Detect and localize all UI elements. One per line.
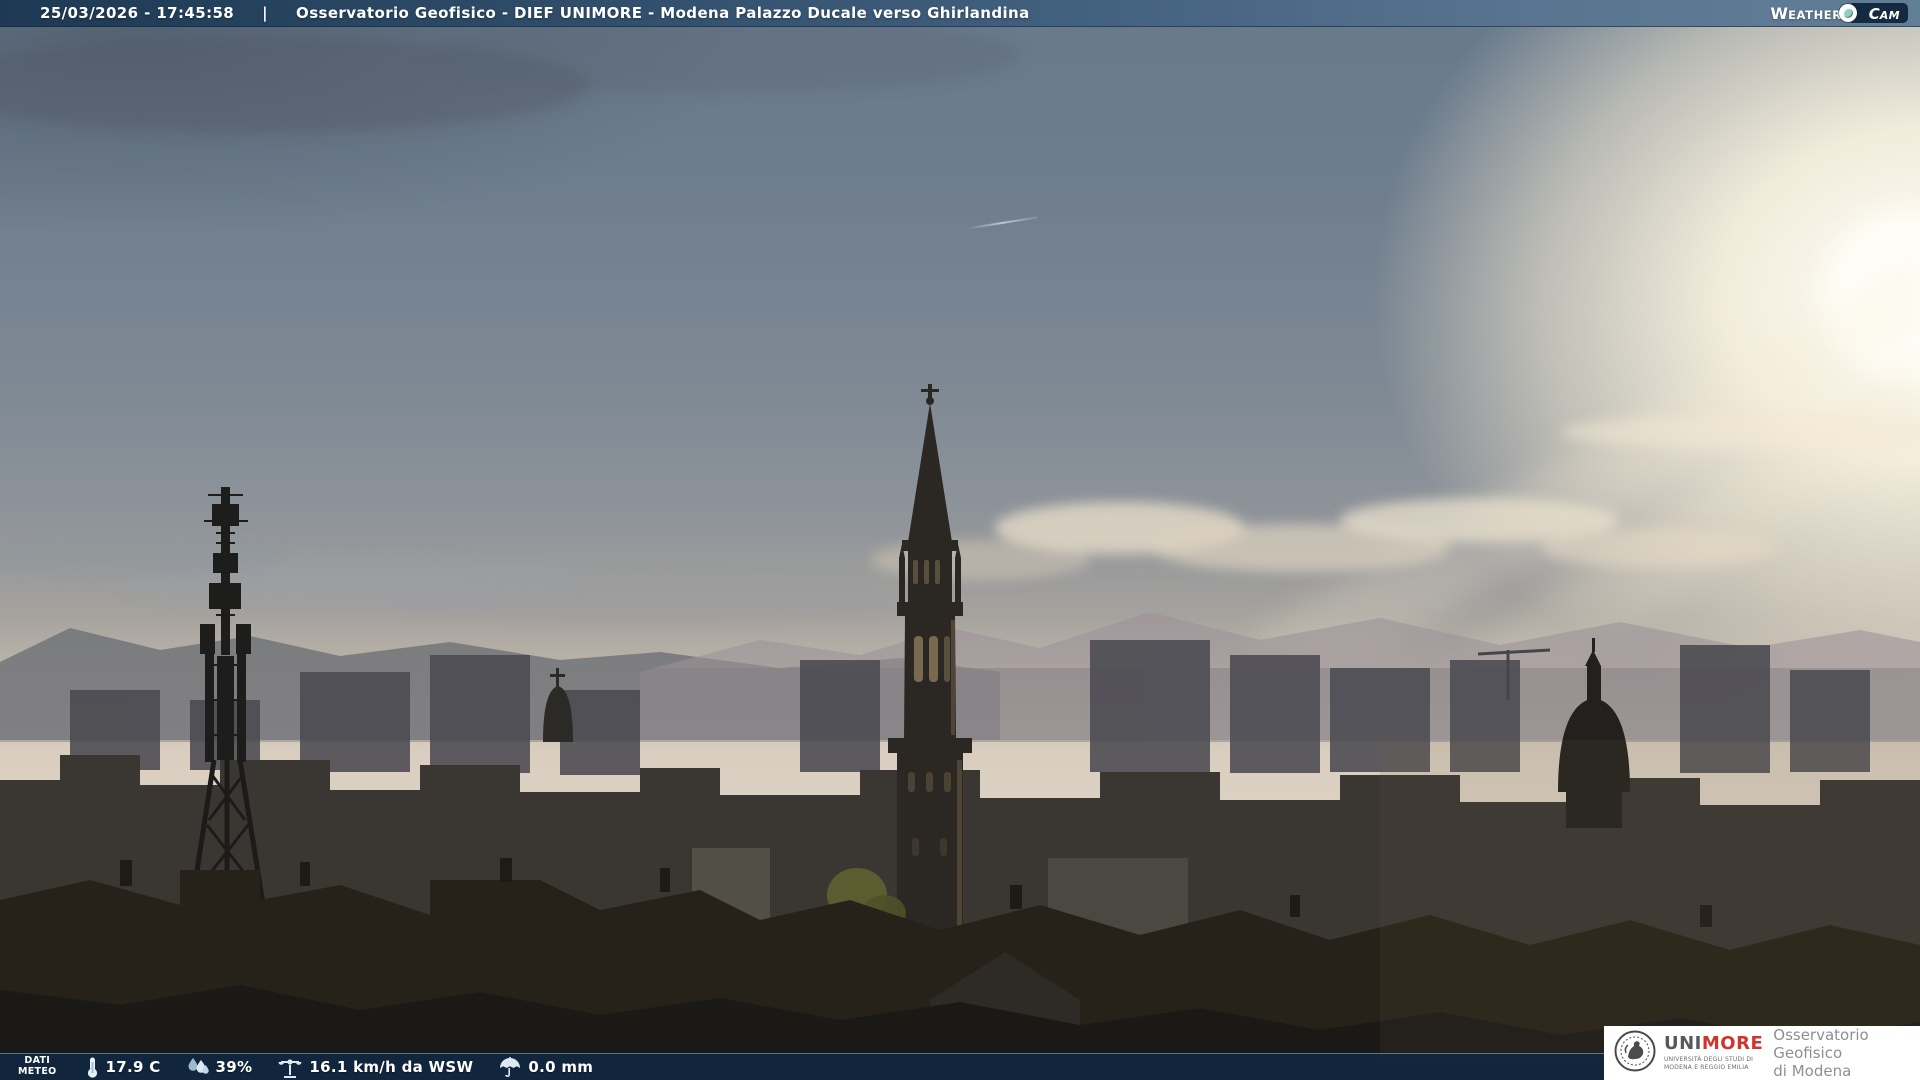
rain-umbrella-icon — [499, 1056, 521, 1078]
weathercam-cam: CAM — [1868, 4, 1900, 23]
camera-lens-icon — [1838, 4, 1857, 22]
datetime-label: 25/03/2026 - 17:45:58 — [40, 4, 235, 22]
humidity-readout: 39% — [187, 1057, 253, 1077]
dati-meteo-label: DATI METEO — [18, 1055, 57, 1077]
cityscape-photo — [0, 17, 1920, 1080]
precipitation-readout: 0.0 mm — [499, 1056, 593, 1078]
camera-title: Osservatorio Geofisico - DIEF UNIMORE - … — [296, 4, 1030, 22]
weathercam-logo[interactable]: WEATHER CAM — [1770, 3, 1908, 23]
unimore-seal — [1614, 1030, 1656, 1076]
top-overlay-bar: 25/03/2026 - 17:45:58 | Osservatorio Geo… — [0, 0, 1920, 27]
humidity-icon — [187, 1057, 209, 1077]
wind-icon — [278, 1056, 302, 1078]
unimore-subtitle: UNIVERSITÀ DEGLI STUDI DI MODENA E REGGI… — [1664, 1056, 1754, 1071]
separator: | — [262, 4, 269, 22]
unimore-wordmark: UNIMORE UNIVERSITÀ DEGLI STUDI DI MODENA… — [1664, 1033, 1764, 1071]
temperature-readout: 17.9 C — [85, 1056, 161, 1078]
weathercam-word: WEATHER — [1770, 3, 1842, 23]
unimore-logo-box[interactable]: UNIMORE UNIVERSITÀ DEGLI STUDI DI MODENA… — [1604, 1026, 1920, 1080]
wind-readout: 16.1 km/h da WSW — [278, 1056, 473, 1078]
thermometer-icon — [85, 1056, 99, 1078]
webcam-page: 25/03/2026 - 17:45:58 | Osservatorio Geo… — [0, 0, 1920, 1080]
weathercam-badge: CAM — [1838, 3, 1908, 23]
observatory-name: Osservatorio Geofisico di Modena — [1773, 1026, 1869, 1080]
